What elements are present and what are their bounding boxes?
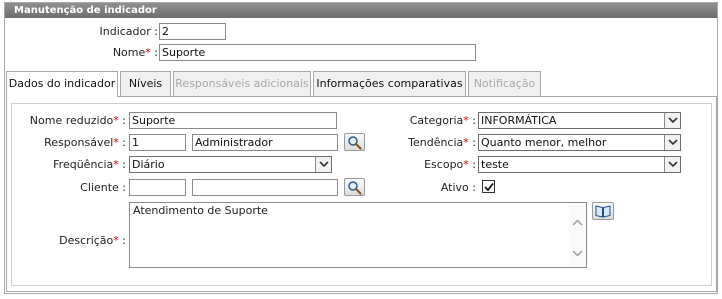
frequencia-select[interactable]: Diário [129, 156, 332, 173]
tab-informacoes-comparativas[interactable]: Informações comparativas [313, 71, 466, 96]
tab-dados-do-indicador[interactable]: Dados do indicador [6, 71, 118, 97]
chevron-down-icon [668, 117, 678, 124]
required-marker: * [145, 46, 151, 59]
indicador-label-text: Indicador [99, 25, 151, 38]
descricao-value: Atendimento de Suporte [133, 204, 268, 217]
descricao-label-text: Descrição [59, 234, 114, 247]
cliente-search-button[interactable] [344, 178, 365, 196]
colon: : [472, 114, 476, 127]
categoria-select[interactable]: INFORMÁTICA [478, 112, 681, 129]
nome-reduzido-label-text: Nome reduzido [29, 114, 114, 127]
tendencia-select[interactable]: Quanto menor, melhor [478, 134, 681, 151]
categoria-dropdown-arrow[interactable] [664, 113, 680, 128]
cliente-name-field[interactable] [192, 179, 338, 196]
nome-label: Nome* : [60, 46, 158, 59]
colon: : [122, 136, 126, 149]
frequencia-label-text: Freqüência [53, 158, 114, 171]
responsavel-label: Responsável* : [20, 136, 126, 149]
responsavel-label-text: Responsável [44, 136, 114, 149]
tab-notificacao[interactable]: Notificação [468, 71, 541, 96]
frequencia-value: Diário [132, 158, 165, 171]
tendencia-value: Quanto menor, melhor [481, 136, 607, 149]
nome-reduzido-label: Nome reduzido* : [20, 114, 126, 127]
escopo-label-text: Escopo [424, 158, 464, 171]
chevron-down-icon [319, 161, 329, 168]
responsavel-code-field[interactable]: 1 [129, 134, 186, 151]
responsavel-name-field[interactable]: Administrador [192, 134, 338, 151]
ativo-label-text: Ativo [440, 181, 469, 194]
required-marker: * [113, 234, 119, 247]
frequencia-label: Freqüência* : [20, 158, 126, 171]
colon: : [122, 114, 126, 127]
escopo-value: teste [481, 158, 509, 171]
nome-field[interactable]: Suporte [159, 44, 476, 61]
responsavel-search-button[interactable] [344, 133, 365, 151]
checkmark-icon [484, 182, 494, 192]
frequencia-dropdown-arrow[interactable] [315, 157, 331, 172]
scroll-down-icon[interactable] [572, 250, 583, 257]
indicador-field[interactable]: 2 [159, 23, 226, 40]
chevron-down-icon [668, 139, 678, 146]
tendencia-label-text: Tendência [408, 136, 464, 149]
colon: : [154, 46, 158, 59]
tendencia-label: Tendência* : [385, 136, 476, 149]
colon: : [472, 181, 476, 194]
required-marker: * [463, 136, 469, 149]
descricao-scrollbar[interactable] [569, 203, 586, 267]
chevron-down-icon [668, 161, 678, 168]
nome-label-text: Nome [112, 46, 146, 59]
required-marker: * [463, 158, 469, 171]
ativo-label: Ativo : [385, 181, 476, 194]
categoria-label: Categoria* : [385, 114, 476, 127]
escopo-select[interactable]: teste [478, 156, 681, 173]
cliente-label-text: Cliente [80, 181, 119, 194]
descricao-label: Descrição* : [20, 234, 126, 247]
categoria-value: INFORMÁTICA [481, 114, 557, 127]
search-icon [348, 181, 362, 195]
descricao-textarea[interactable]: Atendimento de Suporte [129, 202, 587, 268]
categoria-label-text: Categoria [409, 114, 464, 127]
nome-reduzido-field[interactable]: Suporte [129, 112, 337, 129]
scroll-up-icon[interactable] [572, 219, 583, 226]
colon: : [122, 158, 126, 171]
required-marker: * [113, 114, 119, 127]
colon: : [472, 158, 476, 171]
required-marker: * [463, 114, 469, 127]
cliente-label: Cliente : [20, 181, 126, 194]
required-marker: * [113, 158, 119, 171]
escopo-dropdown-arrow[interactable] [664, 157, 680, 172]
colon: : [122, 234, 126, 247]
panel-title: Manutenção de indicador [5, 3, 717, 18]
indicador-label: Indicador : [60, 25, 159, 38]
tab-responsaveis-adicionais[interactable]: Responsáveis adicionais [173, 71, 311, 96]
colon: : [122, 181, 126, 194]
descricao-book-button[interactable] [592, 202, 614, 220]
ativo-checkbox[interactable] [482, 180, 495, 193]
colon: : [472, 136, 476, 149]
escopo-label: Escopo* : [385, 158, 476, 171]
colon: : [154, 25, 158, 38]
book-icon [595, 205, 611, 218]
search-icon [348, 136, 362, 150]
required-marker: * [113, 136, 119, 149]
cliente-code-field[interactable] [129, 179, 186, 196]
tab-niveis[interactable]: Níveis [120, 71, 171, 96]
tendencia-dropdown-arrow[interactable] [664, 135, 680, 150]
